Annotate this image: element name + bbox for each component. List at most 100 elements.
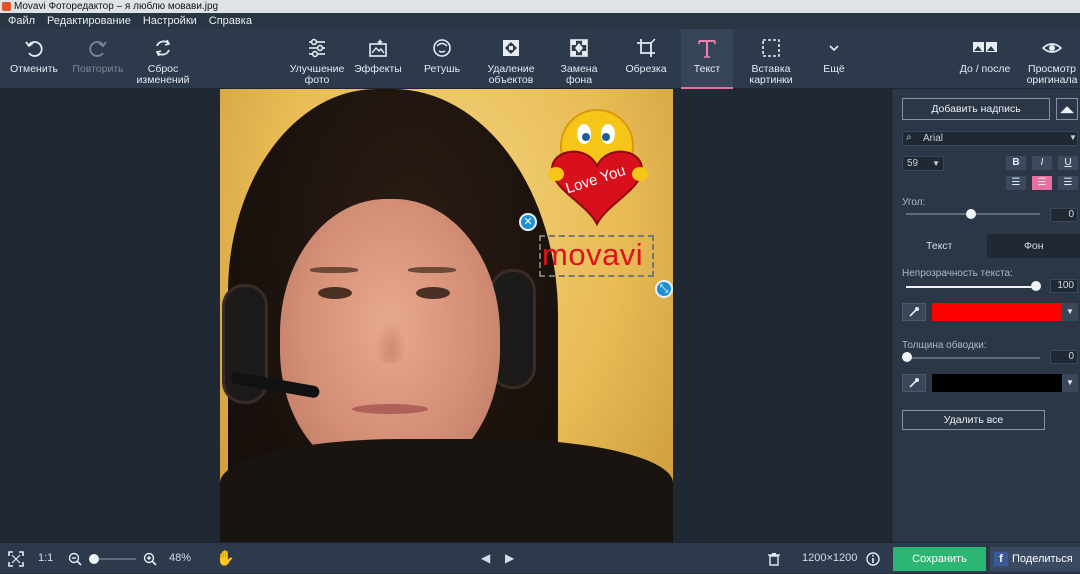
- zoom-out-icon[interactable]: [68, 543, 82, 574]
- preview-original-button[interactable]: Просмотр оригинала: [1024, 29, 1080, 89]
- align-right-button[interactable]: ☰: [1058, 176, 1078, 190]
- angle-value[interactable]: 0: [1050, 208, 1078, 222]
- retouch-face-icon: [429, 35, 455, 61]
- save-button[interactable]: Сохранить: [893, 547, 986, 571]
- crop-icon: [633, 35, 659, 61]
- zoom-slider-knob[interactable]: [89, 554, 99, 564]
- menu-file[interactable]: Файл: [8, 13, 35, 29]
- next-image-icon[interactable]: ▶: [505, 543, 514, 574]
- insert-image-button[interactable]: Вставка картинки: [742, 29, 800, 89]
- undo-icon: [21, 35, 47, 61]
- crop-label: Обрезка: [625, 64, 666, 75]
- enhance-label-2: фото: [305, 75, 330, 86]
- search-icon: ⌕: [906, 132, 912, 143]
- enhance-photo-button[interactable]: Улучшение фото: [286, 29, 348, 89]
- font-size-select[interactable]: 59 ▼: [902, 156, 944, 171]
- more-button[interactable]: Ещё: [812, 29, 856, 89]
- stroke-slider-knob[interactable]: [902, 352, 912, 362]
- effects-icon: [365, 35, 391, 61]
- rotate-resize-handle[interactable]: ⤡: [655, 280, 673, 298]
- info-icon[interactable]: [866, 543, 880, 574]
- eyedropper-icon: [908, 306, 920, 318]
- trash-icon[interactable]: [768, 543, 780, 574]
- reset-changes-button[interactable]: Сброс изменений: [132, 29, 194, 89]
- opacity-value[interactable]: 100: [1050, 279, 1078, 293]
- chevron-down-icon: ▼: [932, 157, 940, 170]
- share-button[interactable]: f Поделиться: [990, 547, 1080, 571]
- brow-left: [310, 267, 358, 273]
- font-select[interactable]: Arial: [902, 131, 1078, 146]
- add-caption-button[interactable]: Добавить надпись: [902, 98, 1050, 120]
- opacity-slider-knob[interactable]: [1031, 281, 1041, 291]
- reset-label-2: изменений: [137, 75, 190, 86]
- mouth: [352, 404, 428, 414]
- underline-toggle[interactable]: U: [1058, 156, 1078, 170]
- hand-tool-icon[interactable]: ✋: [216, 543, 235, 574]
- text-color-eyedropper[interactable]: [902, 303, 926, 321]
- tab-text[interactable]: Текст: [892, 234, 987, 258]
- window-titlebar: Movavi Фоторедактор – я люблю мовави.jpg: [0, 0, 1080, 13]
- menu-settings[interactable]: Настройки: [143, 13, 197, 29]
- background-icon: [566, 35, 592, 61]
- zoom-in-icon[interactable]: [143, 543, 157, 574]
- remove-label-2: объектов: [489, 75, 534, 86]
- eye-icon: [1039, 35, 1065, 61]
- font-name: Arial: [923, 133, 943, 144]
- chevron-down-icon: ▼: [1069, 133, 1077, 142]
- redo-icon: [85, 35, 111, 61]
- photo-canvas[interactable]: Love You movavi: [220, 89, 673, 542]
- main-toolbar: Отменить Повторить Сброс изменений Улучш…: [0, 29, 1080, 89]
- chevron-down-icon: [821, 35, 847, 61]
- retouch-button[interactable]: Ретушь: [414, 29, 470, 89]
- insert-label-2: картинки: [749, 75, 792, 86]
- text-color-dropdown[interactable]: ▼: [1062, 303, 1078, 321]
- app-icon: [2, 2, 11, 11]
- nose: [375, 319, 407, 363]
- crop-button[interactable]: Обрезка: [618, 29, 674, 89]
- stroke-value[interactable]: 0: [1050, 350, 1078, 364]
- menu-help[interactable]: Справка: [209, 13, 252, 29]
- preview-label-2: оригинала: [1027, 75, 1078, 86]
- eyedropper-icon: [908, 377, 920, 389]
- undo-button[interactable]: Отменить: [6, 29, 62, 89]
- reset-icon: [150, 35, 176, 61]
- effects-label: Эффекты: [354, 64, 402, 75]
- stroke-color-swatch[interactable]: [932, 374, 1062, 392]
- actual-size-button[interactable]: 1:1: [38, 543, 53, 574]
- align-left-button[interactable]: ☰: [1006, 176, 1026, 190]
- insert-image-icon: [758, 35, 784, 61]
- bold-toggle[interactable]: B: [1006, 156, 1026, 170]
- text-tool-label: Текст: [694, 64, 720, 75]
- menu-bar: Файл Редактирование Настройки Справка: [0, 13, 1080, 29]
- angle-label: Угол:: [902, 197, 925, 208]
- delete-text-handle[interactable]: ✕: [519, 213, 537, 231]
- redo-button[interactable]: Повторить: [68, 29, 128, 89]
- redo-label: Повторить: [72, 64, 123, 75]
- text-tool-button[interactable]: Текст: [681, 29, 733, 89]
- italic-toggle[interactable]: I: [1032, 156, 1052, 170]
- opacity-slider-track[interactable]: [906, 286, 1040, 288]
- replace-background-button[interactable]: Замена фона: [552, 29, 606, 89]
- stroke-color-dropdown[interactable]: ▼: [1062, 374, 1078, 392]
- opacity-label: Непрозрачность текста:: [902, 268, 1013, 279]
- align-center-button[interactable]: ☰: [1032, 176, 1052, 190]
- overlay-text[interactable]: movavi: [542, 237, 643, 273]
- prev-image-icon[interactable]: ◀: [481, 543, 490, 574]
- stroke-color-eyedropper[interactable]: [902, 374, 926, 392]
- menu-edit[interactable]: Редактирование: [47, 13, 131, 29]
- remove-objects-button[interactable]: Удаление объектов: [480, 29, 542, 89]
- delete-all-button[interactable]: Удалить все: [902, 410, 1045, 430]
- before-after-button[interactable]: До / после: [953, 29, 1017, 89]
- text-settings-panel: Добавить надпись ◢◣ Arial ⌕ ▼ 59 ▼ B I U…: [891, 89, 1080, 542]
- effects-button[interactable]: Эффекты: [350, 29, 406, 89]
- fit-screen-icon[interactable]: [8, 543, 24, 574]
- before-after-label: До / после: [960, 64, 1011, 75]
- text-template-button[interactable]: ◢◣: [1056, 98, 1078, 120]
- love-you-sticker[interactable]: Love You: [542, 104, 652, 229]
- tab-background[interactable]: Фон: [987, 234, 1080, 258]
- text-color-swatch[interactable]: [932, 303, 1062, 321]
- angle-slider-knob[interactable]: [966, 209, 976, 219]
- share-label: Поделиться: [1012, 553, 1073, 565]
- text-icon: [694, 35, 720, 61]
- stroke-slider-track[interactable]: [906, 357, 1040, 359]
